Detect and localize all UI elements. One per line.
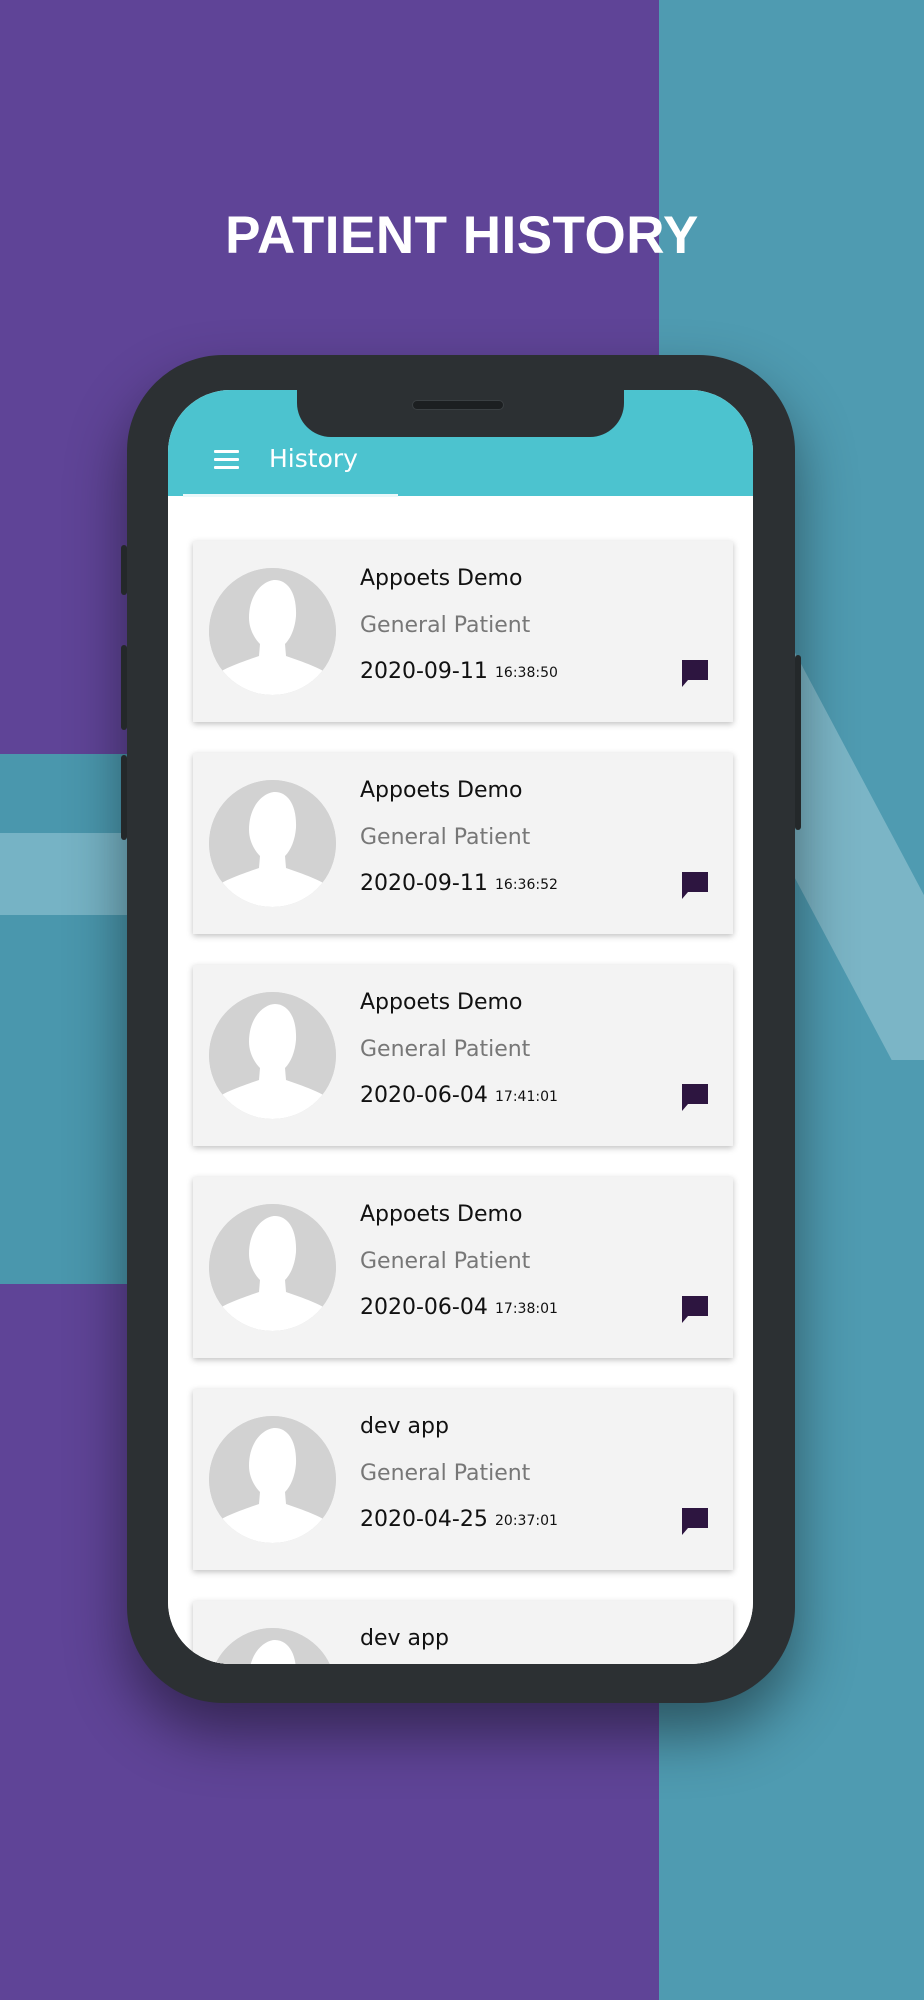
patient-name: Appoets Demo	[360, 566, 523, 591]
chat-icon[interactable]	[682, 660, 708, 687]
app-bar-title: History	[269, 444, 358, 473]
history-card[interactable]: Appoets Demo General Patient 2020-09-11 …	[193, 541, 733, 722]
patient-type: General Patient	[360, 825, 531, 850]
history-card[interactable]: dev app General Patient 2020-04-25 20:37…	[193, 1389, 733, 1570]
patient-name: dev app	[360, 1414, 449, 1439]
avatar-placeholder-icon	[209, 992, 336, 1119]
tab-indicator	[183, 494, 398, 497]
patient-type: General Patient	[360, 1037, 531, 1062]
patient-type: General Patient	[360, 1249, 531, 1274]
visit-date: 2020-09-11	[360, 871, 488, 896]
history-card[interactable]: Appoets Demo General Patient 2020-09-11 …	[193, 753, 733, 934]
phone-silent-switch	[121, 545, 127, 595]
visit-time: 16:36:52	[495, 877, 558, 893]
visit-time: 17:41:01	[495, 1089, 558, 1105]
patient-name: dev app	[360, 1626, 449, 1651]
phone-power-button	[795, 655, 801, 830]
patient-name: Appoets Demo	[360, 778, 523, 803]
history-card[interactable]: Appoets Demo General Patient 2020-06-04 …	[193, 965, 733, 1146]
patient-type: General Patient	[360, 613, 531, 638]
history-list: Appoets Demo General Patient 2020-09-11 …	[168, 496, 753, 1664]
avatar-placeholder-icon	[209, 780, 336, 907]
phone-volume-up	[121, 645, 127, 730]
visit-time: 20:37:01	[495, 1513, 558, 1529]
phone-speaker	[412, 400, 504, 410]
visit-time: 16:38:50	[495, 665, 558, 681]
avatar-placeholder-icon	[209, 1628, 336, 1664]
phone-volume-down	[121, 755, 127, 840]
patient-type: General Patient	[360, 1461, 531, 1486]
avatar-placeholder-icon	[209, 1204, 336, 1331]
page-title: PATIENT HISTORY	[225, 206, 699, 265]
phone-screen: History Appoets Demo General Patient 202…	[168, 390, 753, 1664]
history-card[interactable]: dev app	[193, 1601, 733, 1664]
visit-date: 2020-09-11	[360, 659, 488, 684]
visit-date: 2020-06-04	[360, 1083, 488, 1108]
visit-date: 2020-04-25	[360, 1507, 488, 1532]
phone-notch	[297, 390, 624, 437]
avatar-placeholder-icon	[209, 1416, 336, 1543]
patient-name: Appoets Demo	[360, 990, 523, 1015]
history-card[interactable]: Appoets Demo General Patient 2020-06-04 …	[193, 1177, 733, 1358]
menu-icon[interactable]	[214, 450, 239, 470]
avatar-placeholder-icon	[209, 568, 336, 695]
visit-date: 2020-06-04	[360, 1295, 488, 1320]
chat-icon[interactable]	[682, 872, 708, 899]
visit-time: 17:38:01	[495, 1301, 558, 1317]
chat-icon[interactable]	[682, 1296, 708, 1323]
chat-icon[interactable]	[682, 1084, 708, 1111]
patient-name: Appoets Demo	[360, 1202, 523, 1227]
chat-icon[interactable]	[682, 1508, 708, 1535]
